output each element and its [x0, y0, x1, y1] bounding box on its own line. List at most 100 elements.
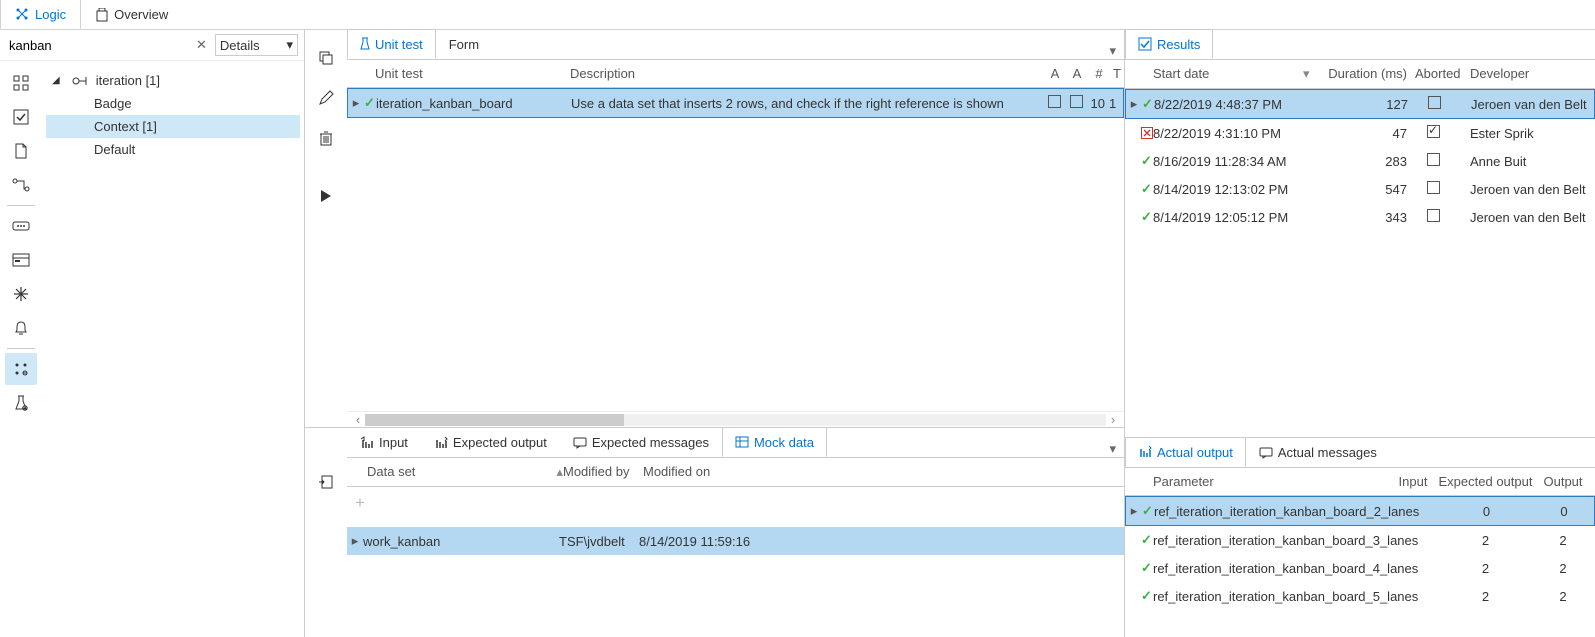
col-exp: Expected output: [1433, 474, 1538, 489]
dots-icon[interactable]: [5, 210, 37, 242]
ds-modon: 8/14/2019 11:59:16: [639, 534, 1124, 549]
col-dataset: Data set: [367, 464, 547, 480]
flask-small-icon: [360, 37, 370, 51]
check-icon[interactable]: [5, 101, 37, 133]
h-scrollbar[interactable]: ‹ ›: [347, 411, 1124, 427]
tab-unit-test-label: Unit test: [375, 37, 423, 52]
copy-button[interactable]: [310, 42, 342, 74]
import-button[interactable]: [310, 466, 342, 498]
tab-mock-data[interactable]: Mock data: [722, 427, 827, 457]
tab-overview[interactable]: Overview: [81, 0, 183, 29]
aborted-checkbox[interactable]: [1427, 125, 1440, 138]
col-start: Start date: [1153, 66, 1303, 82]
dataset-row[interactable]: ▸ work_kanban TSF\jvdbelt 8/14/2019 11:5…: [347, 527, 1124, 555]
results-row[interactable]: ▸✓8/22/2019 4:48:37 PM127Jeroen van den …: [1125, 89, 1595, 119]
flask-icon[interactable]: [5, 387, 37, 419]
col-a1: A: [1044, 66, 1066, 81]
details-dropdown[interactable]: Details ▾: [215, 34, 298, 56]
run-button[interactable]: [310, 180, 342, 212]
aborted-checkbox[interactable]: [1428, 96, 1441, 109]
checkmark-icon: ✓: [1142, 503, 1153, 518]
scroll-right-icon: ›: [1106, 412, 1120, 427]
checkmark-icon: ✓: [1141, 153, 1152, 168]
actual-messages-icon: [1259, 447, 1273, 459]
col-description: Description: [570, 66, 1044, 81]
mid-toolbar: [305, 30, 347, 427]
tab-overview-label: Overview: [114, 7, 168, 22]
output-row[interactable]: ▸✓ref_iteration_iteration_kanban_board_2…: [1125, 496, 1595, 526]
chevron-down-icon: ▾: [286, 37, 293, 53]
document-icon[interactable]: [5, 135, 37, 167]
col-developer: Developer: [1470, 66, 1595, 82]
output-row[interactable]: ✓ref_iteration_iteration_kanban_board_5_…: [1125, 582, 1595, 610]
tab-input[interactable]: Input: [347, 427, 421, 457]
tab-actual-output-label: Actual output: [1157, 445, 1233, 460]
aborted-checkbox[interactable]: [1427, 209, 1440, 222]
tree-item[interactable]: Default: [46, 138, 300, 161]
tab-results[interactable]: Results: [1125, 29, 1213, 59]
mid-menu-icon[interactable]: ▾: [1101, 43, 1124, 59]
tab-logic[interactable]: Logic: [0, 0, 81, 29]
results-row[interactable]: ✓8/16/2019 11:28:34 AM283Anne Buit: [1125, 147, 1595, 175]
row-caret-icon: ▸: [348, 95, 364, 111]
col-t: T: [1110, 66, 1124, 81]
form-icon[interactable]: [5, 244, 37, 276]
snowflake-icon[interactable]: [5, 278, 37, 310]
col-aborted: Aborted: [1415, 66, 1470, 82]
fail-icon: [1141, 127, 1153, 139]
unit-test-row[interactable]: ▸ ✓ iteration_kanban_board Use a data se…: [347, 88, 1124, 118]
aborted-checkbox[interactable]: [1427, 181, 1440, 194]
search-input[interactable]: [6, 35, 188, 56]
tab-actual-output[interactable]: Actual output: [1125, 437, 1246, 467]
aborted-checkbox[interactable]: [1427, 153, 1440, 166]
results-tabs: Results: [1125, 30, 1595, 60]
tree-item[interactable]: Badge: [46, 92, 300, 115]
clear-search-icon[interactable]: ✕: [192, 37, 211, 53]
checkmark-icon: ✓: [1141, 588, 1152, 603]
bell-icon[interactable]: [5, 312, 37, 344]
tab-actual-messages[interactable]: Actual messages: [1246, 437, 1390, 467]
tab-mock-data-label: Mock data: [754, 435, 814, 450]
delete-button[interactable]: [310, 122, 342, 154]
checkmark-icon: ✓: [1141, 532, 1152, 547]
logic-small-icon[interactable]: [5, 353, 37, 385]
details-label: Details: [220, 38, 260, 53]
edit-button[interactable]: [310, 82, 342, 114]
tab-expected-output-label: Expected output: [453, 435, 547, 450]
grid-icon[interactable]: [5, 67, 37, 99]
mid-subtabs: Unit test Form ▾: [347, 30, 1124, 60]
checkmark-icon: ✓: [364, 95, 375, 110]
output-tabs: Actual output Actual messages: [1125, 438, 1595, 468]
checkmark-icon: ✓: [1141, 209, 1152, 224]
col-modon: Modified on: [643, 464, 1124, 480]
col-in: Input: [1393, 474, 1433, 489]
bottom-menu-icon[interactable]: ▾: [1101, 441, 1124, 457]
results-row[interactable]: ✓8/14/2019 12:13:02 PM547Jeroen van den …: [1125, 175, 1595, 203]
results-icon: [1138, 37, 1152, 51]
chk-a2[interactable]: [1070, 95, 1083, 108]
row-desc: Use a data set that inserts 2 rows, and …: [571, 96, 1043, 111]
tab-form[interactable]: Form: [436, 29, 492, 59]
col-duration: Duration (ms): [1315, 66, 1415, 82]
output-row[interactable]: ✓ref_iteration_iteration_kanban_board_3_…: [1125, 526, 1595, 554]
results-row[interactable]: ✓8/14/2019 12:05:12 PM343Jeroen van den …: [1125, 203, 1595, 231]
tree-item[interactable]: Context [1]: [46, 115, 300, 138]
top-tabs: Logic Overview: [0, 0, 1595, 30]
tab-expected-messages[interactable]: Expected messages: [560, 427, 722, 457]
add-row-button[interactable]: +: [347, 487, 1124, 519]
tree: ◢ iteration [1] BadgeContext [1]Default: [42, 61, 304, 637]
left-panel: ✕ Details ▾: [0, 30, 305, 637]
tree-parent[interactable]: ◢ iteration [1]: [46, 69, 300, 92]
output-grid-header: Parameter Input Expected output Output: [1125, 468, 1595, 496]
tab-expected-output[interactable]: Expected output: [421, 427, 560, 457]
tab-input-label: Input: [379, 435, 408, 450]
output-icon: [434, 436, 448, 450]
output-row[interactable]: ✓ref_iteration_iteration_kanban_board_4_…: [1125, 554, 1595, 582]
chk-a1[interactable]: [1048, 95, 1061, 108]
results-grid-header: Start date ▾ Duration (ms) Aborted Devel…: [1125, 60, 1595, 89]
row-name: iteration_kanban_board: [376, 96, 571, 111]
results-row[interactable]: 8/22/2019 4:31:10 PM47Ester Sprik: [1125, 119, 1595, 147]
tab-unit-test[interactable]: Unit test: [347, 29, 436, 59]
actual-output-icon: [1138, 445, 1152, 459]
flow-icon[interactable]: [5, 169, 37, 201]
